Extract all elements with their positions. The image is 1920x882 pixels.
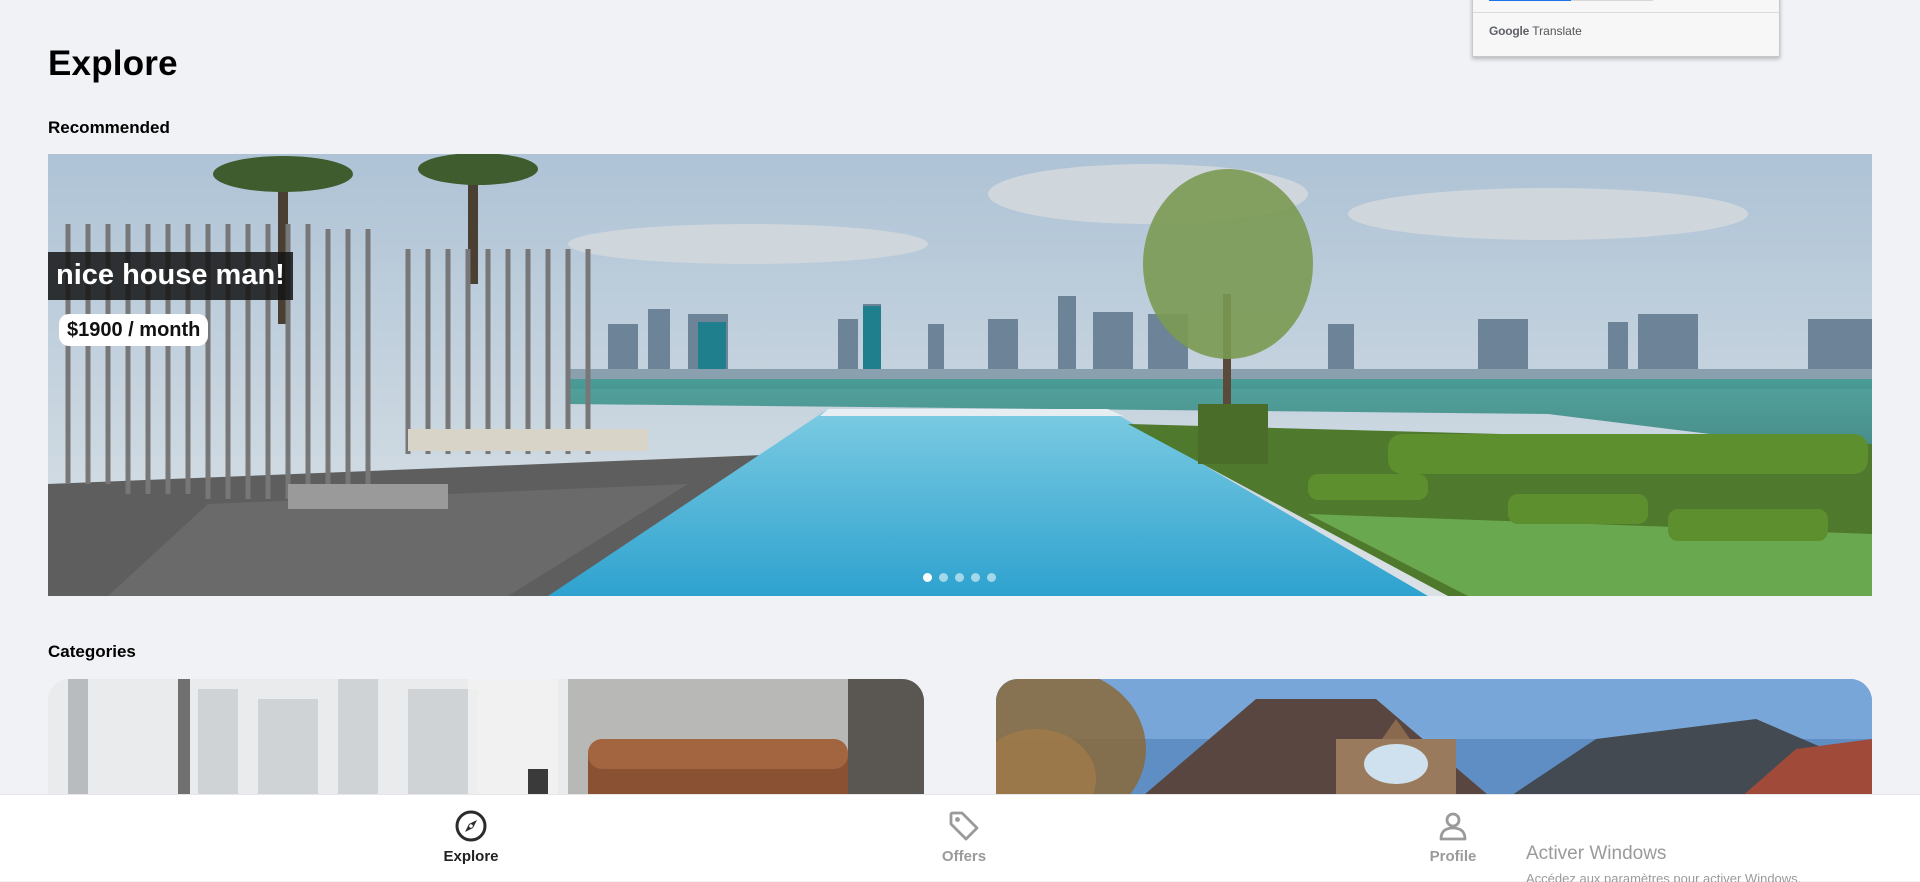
- pool-rooftop-photo: [48, 154, 1872, 596]
- tag-icon: [949, 811, 979, 841]
- categories-heading: Categories: [48, 642, 136, 661]
- translate-active-tab-indicator: [1489, 0, 1571, 1]
- slider-dot-4[interactable]: [971, 573, 980, 582]
- nav-item-explore[interactable]: Explore: [411, 809, 531, 865]
- nav-label-profile: Profile: [1429, 848, 1477, 865]
- bottom-navigation: Explore Offers Profile: [0, 794, 1920, 881]
- person-icon: [1439, 812, 1467, 841]
- translate-label: Translate: [1532, 24, 1582, 38]
- slider-dot-1[interactable]: [923, 573, 932, 582]
- listing-title[interactable]: nice house man!: [48, 252, 293, 300]
- listing-price-badge: $1900 / month: [59, 314, 209, 346]
- slider-dot-5[interactable]: [987, 573, 996, 582]
- google-translate-link[interactable]: Google Translate: [1489, 24, 1582, 38]
- compass-icon: [455, 810, 487, 842]
- page-title: Explore: [48, 44, 178, 83]
- recommended-heading: Recommended: [48, 118, 170, 137]
- slider-dot-3[interactable]: [955, 573, 964, 582]
- nav-item-profile[interactable]: Profile: [1393, 809, 1513, 865]
- recommended-slider[interactable]: nice house man! $1900 / month: [48, 154, 1872, 596]
- google-translate-popup: Google Translate: [1472, 0, 1780, 57]
- slider-dot-2[interactable]: [939, 573, 948, 582]
- nav-label-offers: Offers: [941, 848, 987, 865]
- page: Explore Recommended nice house man! $190…: [0, 0, 1920, 882]
- translate-tabs[interactable]: [1489, 0, 1653, 1]
- slider-pagination: [923, 573, 996, 582]
- nav-item-offers[interactable]: Offers: [904, 809, 1024, 865]
- google-logo-text: Google: [1489, 24, 1530, 38]
- translate-divider: [1473, 12, 1779, 13]
- nav-label-explore: Explore: [443, 848, 499, 865]
